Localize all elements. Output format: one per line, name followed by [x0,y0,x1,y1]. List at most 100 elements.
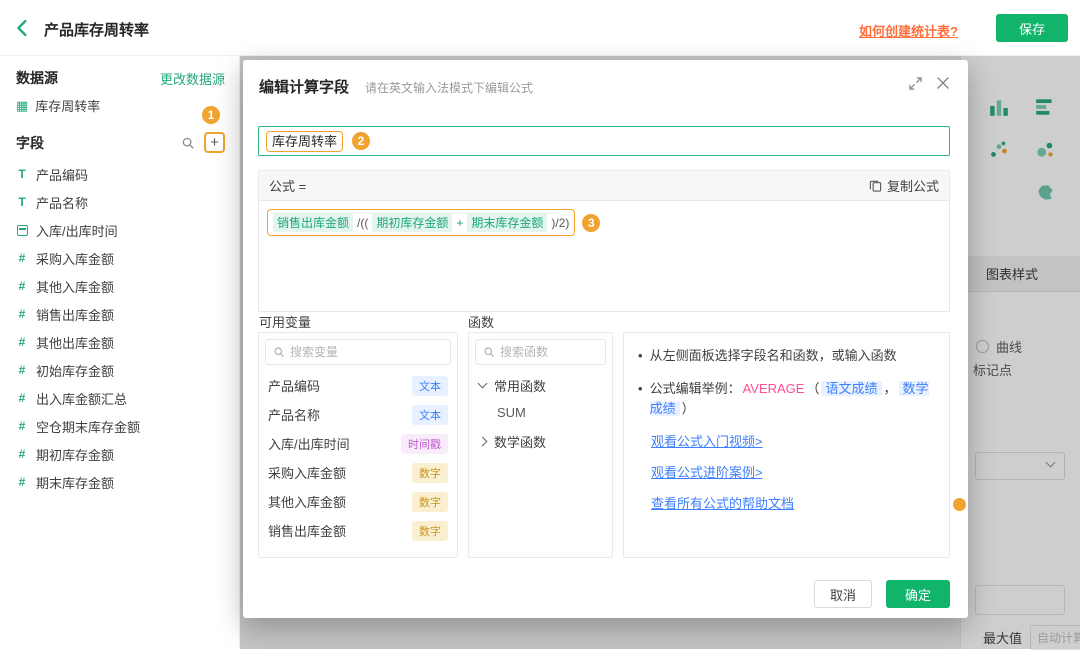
annotation-badge-1: 1 [202,106,220,124]
variables-heading: 可用变量 [259,315,312,330]
expand-icon[interactable] [909,77,922,93]
sidebar-field-item[interactable]: # 空仓期末库存金额 [16,412,233,440]
page-title: 产品库存周转率 [44,22,150,39]
sidebar-field-item[interactable]: # 销售出库金额 [16,300,233,328]
formula-tokens: 销售出库金额/((期初库存金额 + 期末库存金额)/2) [267,209,576,236]
how-to-create-link[interactable]: 如何创建统计表? [859,21,958,40]
sidebar-field-item[interactable]: # 其他出库金额 [16,328,233,356]
variable-name: 入库/出库时间 [268,437,350,452]
sidebar-field-item[interactable]: T 产品名称 [16,188,233,216]
formula-operator: + [456,215,464,230]
variable-item[interactable]: 入库/出库时间 时间戳 [259,429,457,458]
annotation-badge-3: 3 [582,213,601,232]
field-name: 期末库存金额 [36,475,115,491]
search-icon [484,347,494,357]
variable-search[interactable] [265,339,451,365]
sidebar-field-item[interactable]: 入库/出库时间 [16,216,233,244]
example-function-name: AVERAGE [742,381,805,396]
annotation-badge-2: 2 [352,132,371,150]
functions-heading: 函数 [468,315,495,330]
chevron-right-icon [477,436,488,446]
sidebar-field-item[interactable]: # 期初库存金额 [16,440,233,468]
field-name: 产品编码 [36,167,89,183]
variable-item[interactable]: 采购入库金额 数字 [259,458,457,487]
formula-field-token: 期初库存金额 [372,213,453,232]
formula-operator: /(( [357,215,369,230]
number-field-icon: # [18,335,26,349]
datasource-name: 库存周转率 [35,99,101,114]
variable-item[interactable]: 产品编码 文本 [259,371,457,400]
add-field-button[interactable]: + [204,132,225,153]
datasource-heading: 数据源 [16,70,58,86]
variables-list: 产品编码 文本 产品名称 文本 入库/出库时间 时间戳 采购入库金额 数字 其他入库金额 数字 销售… [259,371,457,545]
help-link[interactable]: 观看公式进阶案例> [651,463,935,483]
sidebar-field-list: T 产品编码 T 产品名称 入库/出库时间 # 采购入库金额 # 其他入库金额 # 销售出库金额 # 其… [16,160,233,496]
variable-search-input[interactable] [290,345,443,359]
function-search[interactable] [475,339,606,365]
text-field-icon: T [18,167,26,181]
date-field-icon [16,224,28,236]
field-name: 其他出库金额 [36,335,115,351]
close-icon[interactable] [936,76,950,93]
help-tip-1: 从左侧面板选择字段名和函数，或输入函数 [649,348,897,363]
number-field-icon: # [18,363,26,377]
formula-field-token: 销售出库金额 [273,213,354,232]
field-name: 其他入库金额 [36,279,115,295]
bullet: • [638,348,643,363]
variable-type-badge: 时间戳 [401,433,448,454]
search-fields-icon[interactable] [181,136,195,150]
help-link[interactable]: 查看所有公式的帮助文档 [651,494,935,514]
formula-label: 公式 = [269,179,307,194]
change-datasource-link[interactable]: 更改数据源 [160,69,225,88]
sidebar-field-item[interactable]: # 出入库金额汇总 [16,384,233,412]
functions-panel: 常用函数 SUM 数学函数 [468,332,613,558]
sidebar-field-item[interactable]: T 产品编码 [16,160,233,188]
variable-item[interactable]: 其他入库金额 数字 [259,487,457,516]
sidebar-field-item[interactable]: # 其他入库金额 [16,272,233,300]
example-arg-token: 语文成绩 [821,381,882,396]
number-field-icon: # [18,251,26,265]
formula-editor: 公式 = 复制公式 销售出库金额/((期初库存金额 + 期末库存金额)/2) 3 [258,170,950,312]
sidebar-field-item[interactable]: # 采购入库金额 [16,244,233,272]
number-field-icon: # [18,475,26,489]
variable-name: 其他入库金额 [268,495,347,510]
function-search-input[interactable] [500,345,598,359]
copy-formula-button[interactable]: 复制公式 [869,176,939,195]
formula-input-area[interactable]: 销售出库金额/((期初库存金额 + 期末库存金额)/2) 3 [259,201,949,244]
variable-item[interactable]: 销售出库金额 数字 [259,516,457,545]
field-name-input[interactable]: 库存周转率 2 [258,126,950,156]
formula-operator: )/2) [551,215,570,230]
variable-item[interactable]: 产品名称 文本 [259,400,457,429]
number-field-icon: # [18,279,26,293]
topbar: 产品库存周转率 如何创建统计表? 保存 [0,0,1080,56]
number-field-icon: # [18,447,26,461]
function-group-name: 数学函数 [494,434,547,450]
help-tip-2: 公式编辑举例： AVERAGE （语文成绩，数学成绩） [649,381,929,416]
field-name: 出入库金额汇总 [36,391,128,407]
field-name: 产品名称 [36,195,89,211]
back-icon[interactable] [12,17,34,39]
cancel-button[interactable]: 取消 [814,580,872,608]
field-name: 初始库存金额 [36,363,115,379]
datasource-item[interactable]: ▦ 库存周转率 [16,96,100,115]
variable-type-badge: 数字 [412,462,448,483]
sidebar-field-item[interactable]: # 初始库存金额 [16,356,233,384]
field-name: 采购入库金额 [36,251,115,267]
variable-name: 采购入库金额 [268,466,347,481]
function-item[interactable]: SUM [469,399,612,427]
help-link[interactable]: 观看公式入门视频> [651,432,935,452]
copy-icon [869,180,882,192]
field-name: 期初库存金额 [36,447,115,463]
function-group[interactable]: 数学函数 [469,427,612,455]
variable-type-badge: 数字 [412,491,448,512]
confirm-button[interactable]: 确定 [886,580,950,608]
modal-subtitle: 请在英文输入法模式下编辑公式 [365,81,534,95]
fields-heading: 字段 [16,134,44,151]
sidebar-field-item[interactable]: # 期末库存金额 [16,468,233,496]
save-button[interactable]: 保存 [996,14,1068,42]
function-group[interactable]: 常用函数 [469,371,612,399]
field-name: 入库/出库时间 [36,223,118,239]
number-field-icon: # [18,391,26,405]
table-icon: ▦ [16,98,29,113]
field-name-value: 库存周转率 [266,130,344,152]
